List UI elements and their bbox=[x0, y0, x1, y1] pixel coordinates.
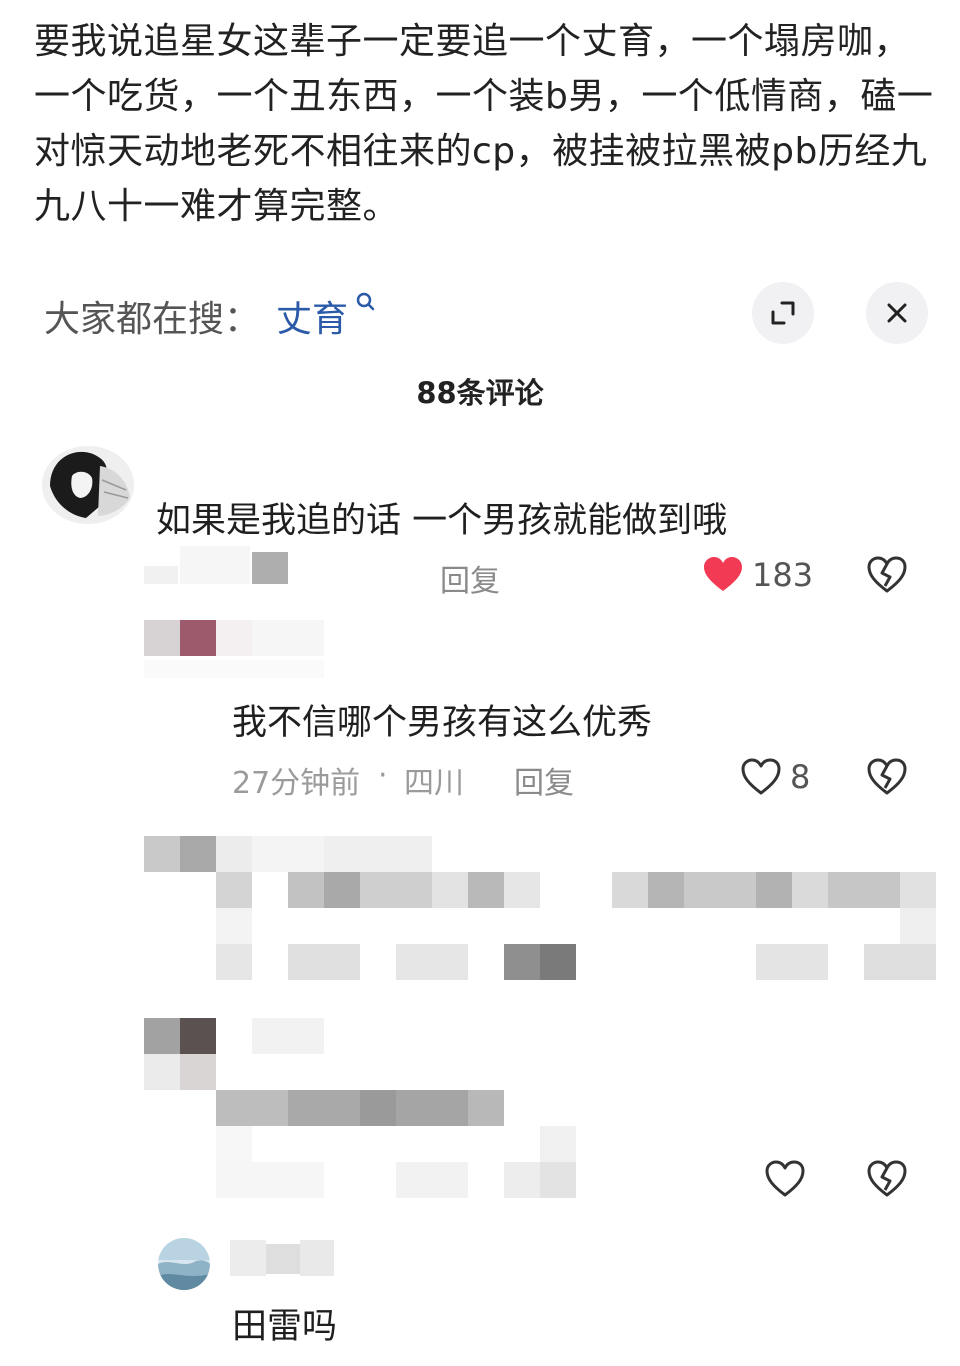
comments-count-header: 88条评论 bbox=[416, 376, 544, 410]
close-button[interactable] bbox=[866, 282, 928, 344]
post-text: 要我说追星女这辈子一定要追一个丈育，一个塌房咖，一个吃货，一个丑东西，一个装b男… bbox=[34, 21, 934, 227]
blurred-username bbox=[230, 1240, 334, 1276]
close-icon bbox=[887, 303, 907, 323]
comment-time: 27分钟前 bbox=[232, 766, 361, 801]
heart-broken-icon[interactable] bbox=[866, 1159, 908, 1199]
expand-icon bbox=[771, 301, 795, 325]
heart-filled-icon[interactable] bbox=[702, 555, 744, 593]
heart-outline-icon[interactable] bbox=[764, 1159, 806, 1199]
like-count: 183 bbox=[752, 556, 814, 594]
search-label: 大家都在搜： bbox=[44, 299, 261, 340]
search-icon bbox=[354, 290, 378, 314]
comment-text: 田雷吗 bbox=[232, 1307, 338, 1347]
heart-broken-icon[interactable] bbox=[866, 757, 908, 797]
reply-button[interactable]: 回复 bbox=[440, 556, 500, 600]
search-term-link[interactable]: 丈育 bbox=[276, 290, 348, 342]
blurred-comment bbox=[144, 836, 936, 986]
reply-button[interactable]: 回复 bbox=[514, 758, 574, 802]
blurred-username bbox=[144, 546, 294, 586]
comment-location: 四川 bbox=[404, 766, 464, 801]
expand-button[interactable] bbox=[752, 282, 814, 344]
comment-text: 如果是我追的话 一个男孩就能做到哦 bbox=[156, 501, 728, 541]
heart-outline-icon[interactable] bbox=[740, 757, 782, 797]
blurred-comment bbox=[144, 1018, 584, 1198]
heart-broken-icon[interactable] bbox=[866, 555, 908, 595]
blurred-avatar bbox=[144, 620, 324, 684]
comment-text: 我不信哪个男孩有这么优秀 bbox=[232, 703, 653, 743]
meta-separator: · bbox=[378, 758, 388, 793]
search-suggestion-row: 大家都在搜： 丈育 bbox=[44, 282, 928, 344]
like-count: 8 bbox=[790, 758, 811, 796]
avatar[interactable] bbox=[158, 1238, 210, 1290]
avatar[interactable] bbox=[42, 446, 134, 524]
